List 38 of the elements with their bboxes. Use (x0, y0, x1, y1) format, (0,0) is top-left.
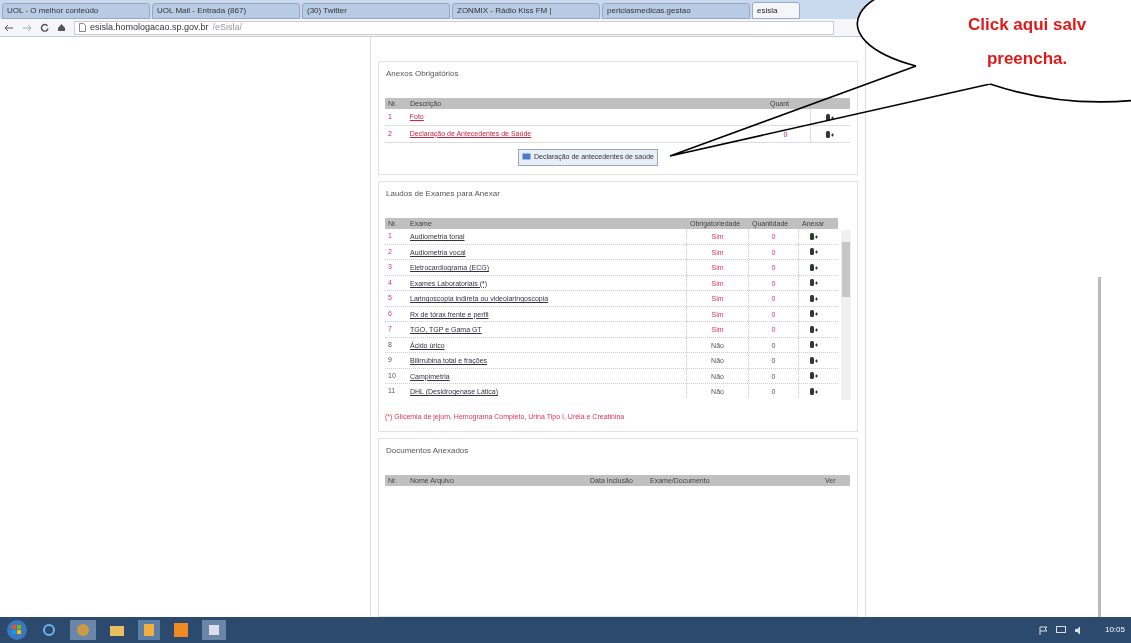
browser-tab[interactable]: (30) Twitter (302, 3, 450, 19)
back-icon[interactable] (4, 23, 14, 32)
attach-icon[interactable] (809, 355, 819, 365)
address-field[interactable]: esisla.homologacao.sp.gov.br /eSisla/ (74, 20, 834, 35)
page-icon (79, 23, 86, 32)
image-icon (522, 153, 532, 162)
attach-icon[interactable] (825, 129, 836, 139)
fieldset-legend: Laudos de Exames para Anexar (385, 188, 501, 200)
browser-tab[interactable]: ZONMIX - Rádio Kiss FM | (452, 3, 600, 19)
attach-icon[interactable] (809, 309, 819, 319)
browser-tab[interactable]: UOL - O melhor conteúdo (2, 3, 150, 19)
attach-icon[interactable] (825, 112, 836, 122)
attach-icon[interactable] (809, 386, 819, 396)
browser-tab[interactable]: esisla (752, 2, 800, 19)
attach-icon[interactable] (809, 247, 819, 257)
attach-icon[interactable] (809, 231, 819, 241)
start-button[interactable] (6, 619, 28, 641)
callout-text: Click aqui salv (968, 14, 1087, 36)
home-icon[interactable] (57, 23, 66, 32)
clock-text: 10:05 (1104, 624, 1125, 636)
speaker-icon[interactable] (1073, 625, 1083, 635)
attach-icon[interactable] (809, 371, 819, 381)
list-scrollbar[interactable] (841, 230, 851, 400)
reload-icon[interactable] (40, 23, 49, 32)
network-icon[interactable] (1055, 625, 1066, 635)
fieldset-legend: Anexos Obrigatórios (385, 68, 460, 80)
flag-icon[interactable] (1038, 625, 1048, 635)
browser-tab[interactable]: UOL Mail - Entrada (867) (152, 3, 300, 19)
attach-icon[interactable] (809, 262, 819, 272)
attach-icon[interactable] (809, 278, 819, 288)
browser-tab[interactable]: periciasmedicas.gestao (602, 3, 750, 19)
attach-icon[interactable] (809, 324, 819, 334)
callout-text: preencha. (986, 47, 1068, 70)
attach-icon[interactable] (809, 293, 819, 303)
attach-icon[interactable] (809, 340, 819, 350)
page-scrollbar[interactable] (1098, 277, 1101, 617)
folder-icon[interactable] (110, 624, 124, 636)
window-icon[interactable] (202, 620, 226, 640)
